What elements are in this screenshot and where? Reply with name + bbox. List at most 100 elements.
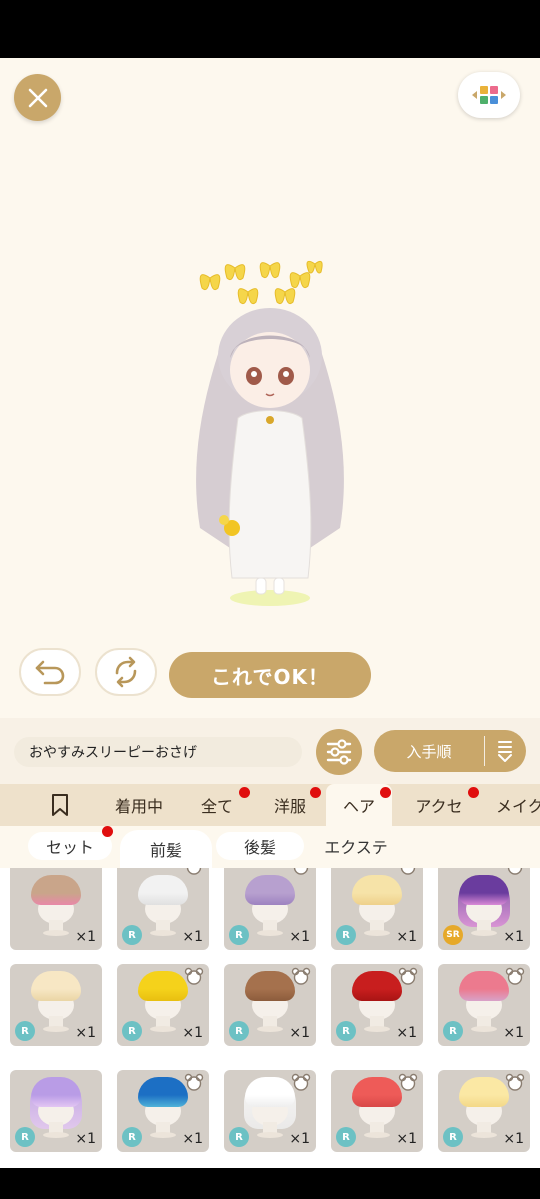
mannequin-stand	[257, 1132, 283, 1138]
item-count: ×1	[75, 1025, 96, 1041]
subtab-set[interactable]: セット	[28, 832, 112, 860]
rotate-button[interactable]	[95, 648, 157, 696]
tab-wearing[interactable]: 着用中	[103, 784, 175, 826]
rarity-badge: R	[122, 1127, 142, 1147]
hair-front-shape	[31, 1077, 81, 1107]
tab-makeup-label: メイク	[496, 797, 540, 816]
hair-item-card[interactable]: SR ×1	[438, 868, 530, 950]
bear-face-icon	[291, 1073, 311, 1091]
hair-item-card[interactable]: R ×1	[331, 868, 423, 950]
hair-item-card[interactable]: R ×1	[331, 1070, 423, 1152]
hair-item-card[interactable]: R ×1	[10, 1070, 102, 1152]
rarity-badge: R	[15, 1021, 35, 1041]
hair-front-shape	[138, 971, 188, 1001]
hair-item-card[interactable]: R ×1	[438, 964, 530, 1046]
sort-order-icon	[485, 739, 525, 763]
tab-all[interactable]: 全て	[190, 784, 244, 826]
rarity-badge: R	[122, 1021, 142, 1041]
item-count: ×1	[182, 1025, 203, 1041]
bear-face-icon	[400, 868, 416, 875]
rarity-badge: R	[229, 1127, 249, 1147]
rarity-badge: R	[122, 925, 142, 945]
item-count: ×1	[396, 1025, 417, 1041]
item-grid: ×1 R ×1 R ×1 R ×1 SR ×1 R ×1 R ×1 R ×1 R ×1 R ×1 R ×1 R ×1 R ×1 R…	[0, 868, 540, 1168]
item-count: ×1	[396, 1131, 417, 1147]
hair-front-shape	[31, 875, 81, 905]
tab-makeup[interactable]: メイク	[496, 784, 540, 826]
hair-item-card[interactable]: R ×1	[117, 1070, 209, 1152]
bear-face-icon	[398, 1073, 418, 1091]
tab-hair-badge	[380, 787, 391, 798]
hair-item-card[interactable]: R ×1	[331, 964, 423, 1046]
mannequin-stand	[471, 1132, 497, 1138]
hair-front-shape	[138, 875, 188, 905]
hair-item-card[interactable]: R ×1	[224, 868, 316, 950]
tab-all-badge	[239, 787, 250, 798]
item-count: ×1	[503, 1131, 524, 1147]
mannequin-stand	[150, 930, 176, 936]
bear-face-icon	[186, 868, 202, 875]
close-icon	[28, 88, 47, 107]
item-count: ×1	[182, 929, 203, 945]
hair-item-card[interactable]: R ×1	[117, 868, 209, 950]
mannequin-stand	[150, 1026, 176, 1032]
subtab-back-hair[interactable]: 後髪	[216, 832, 304, 860]
rarity-badge: R	[443, 1021, 463, 1041]
hair-item-card[interactable]: R ×1	[10, 964, 102, 1046]
bear-face-icon	[507, 868, 523, 875]
tab-accessories[interactable]: アクセ	[406, 784, 472, 826]
tab-clothes-badge	[310, 787, 321, 798]
confirm-ok-button[interactable]: これでOK！	[169, 652, 371, 698]
mannequin-stand	[257, 930, 283, 936]
hair-item-card[interactable]: R ×1	[117, 964, 209, 1046]
mannequin-stand	[364, 930, 390, 936]
hair-front-shape	[245, 875, 295, 905]
rarity-badge: SR	[443, 925, 463, 945]
item-count: ×1	[396, 929, 417, 945]
sort-button[interactable]: 入手順	[374, 730, 526, 772]
rotate-arrows-icon	[115, 656, 137, 688]
hair-subtabs: セット 前髪 後髪 エクステ	[0, 826, 540, 868]
subtab-extensions[interactable]: エクステ	[310, 832, 402, 860]
hair-front-shape	[459, 875, 509, 905]
set-name-field: おやすみスリーピーおさげ	[14, 737, 302, 767]
rarity-badge: R	[336, 1127, 356, 1147]
hair-front-shape	[352, 875, 402, 905]
mannequin-stand	[364, 1132, 390, 1138]
tab-accessories-badge	[468, 787, 479, 798]
hair-front-shape	[245, 1077, 295, 1107]
hair-front-shape	[138, 1077, 188, 1107]
subtab-front-hair[interactable]: 前髪	[120, 830, 212, 868]
item-count: ×1	[503, 1025, 524, 1041]
undo-button[interactable]	[19, 648, 81, 696]
rarity-badge: R	[443, 1127, 463, 1147]
item-count: ×1	[182, 1131, 203, 1147]
item-count: ×1	[75, 929, 96, 945]
sort-label: 入手順	[406, 742, 452, 761]
hair-front-shape	[459, 971, 509, 1001]
mannequin-stand	[471, 1026, 497, 1032]
hair-front-shape	[352, 1077, 402, 1107]
bookmark-tab[interactable]	[40, 784, 80, 826]
filter-button[interactable]	[316, 729, 362, 775]
avatar-stage: これでOK！	[0, 58, 540, 718]
hair-item-card[interactable]: ×1	[10, 868, 102, 950]
bear-face-icon	[398, 967, 418, 985]
app-screen: これでOK！ おやすみスリーピーおさげ 入手順 着用中 全て 洋服 ヘア アクセ…	[0, 0, 540, 1199]
butterfly-crown	[199, 260, 323, 305]
item-count: ×1	[289, 1025, 310, 1041]
bear-face-icon	[505, 1073, 525, 1091]
color-grid-arrows-icon	[472, 86, 506, 104]
avatar-character[interactable]	[160, 248, 380, 608]
bear-face-icon	[505, 967, 525, 985]
close-button[interactable]	[14, 74, 61, 121]
mannequin-stand	[257, 1026, 283, 1032]
hair-item-card[interactable]: R ×1	[224, 1070, 316, 1152]
view-toggle-button[interactable]	[458, 72, 520, 118]
hair-front-shape	[459, 1077, 509, 1107]
mannequin-stand	[471, 930, 497, 936]
hair-item-card[interactable]: R ×1	[224, 964, 316, 1046]
hair-item-card[interactable]: R ×1	[438, 1070, 530, 1152]
rarity-badge: R	[336, 1021, 356, 1041]
status-bar	[0, 0, 540, 58]
